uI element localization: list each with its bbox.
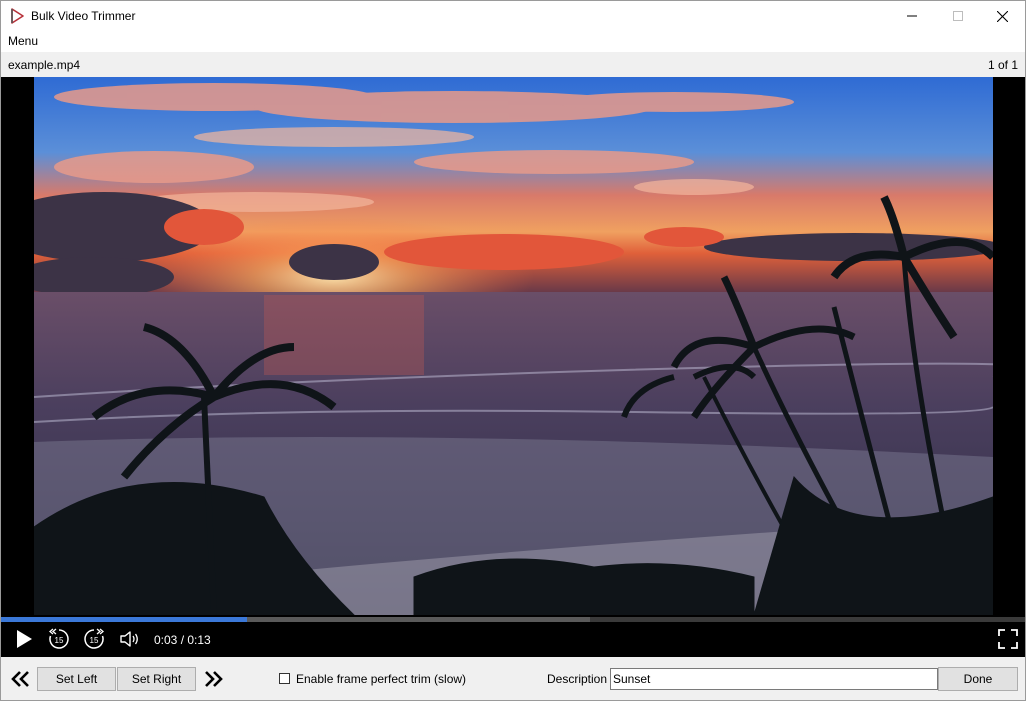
rewind-15-button[interactable]: 15 bbox=[46, 627, 72, 651]
maximize-icon bbox=[953, 11, 963, 21]
description-input[interactable] bbox=[610, 668, 938, 690]
play-button[interactable] bbox=[12, 627, 36, 651]
close-icon bbox=[996, 10, 1008, 22]
rewind-icon: 15 bbox=[48, 628, 69, 649]
video-frame[interactable] bbox=[34, 77, 993, 615]
done-button[interactable]: Done bbox=[938, 667, 1018, 691]
fullscreen-icon bbox=[998, 629, 1018, 649]
app-window: Bulk Video Trimmer Menu example.mp4 1 of… bbox=[0, 0, 1026, 701]
frame-perfect-label[interactable]: Enable frame perfect trim (slow) bbox=[296, 672, 466, 686]
fast-forward-icon: 15 bbox=[84, 628, 105, 649]
play-triangle-icon bbox=[11, 8, 24, 24]
menu-bar: Menu bbox=[1, 31, 1025, 51]
set-right-button[interactable]: Set Right bbox=[117, 667, 196, 691]
video-player[interactable]: 15 15 0:03 / 0:13 bbox=[1, 77, 1025, 657]
next-file-button[interactable] bbox=[201, 667, 227, 691]
set-left-button[interactable]: Set Left bbox=[37, 667, 116, 691]
double-chevron-right-icon bbox=[205, 671, 223, 687]
file-name: example.mp4 bbox=[8, 58, 81, 72]
volume-button[interactable] bbox=[117, 627, 143, 651]
minimize-button[interactable] bbox=[889, 1, 935, 31]
menu-item-menu[interactable]: Menu bbox=[8, 34, 38, 48]
title-bar: Bulk Video Trimmer bbox=[1, 1, 1025, 31]
double-chevron-left-icon bbox=[11, 671, 29, 687]
frame-perfect-checkbox[interactable] bbox=[279, 673, 290, 684]
minimize-icon bbox=[907, 15, 917, 17]
rewind-seconds: 15 bbox=[55, 636, 64, 645]
progress-fill bbox=[1, 617, 247, 622]
trim-controls-bar: Set Left Set Right Enable frame perfect … bbox=[1, 657, 1025, 700]
maximize-button[interactable] bbox=[935, 1, 981, 31]
time-display: 0:03 / 0:13 bbox=[154, 633, 211, 647]
window-title: Bulk Video Trimmer bbox=[31, 9, 136, 23]
file-info-bar: example.mp4 1 of 1 bbox=[1, 52, 1025, 77]
fullscreen-button[interactable] bbox=[995, 627, 1021, 651]
previous-file-button[interactable] bbox=[7, 667, 33, 691]
volume-icon bbox=[120, 631, 138, 647]
close-button[interactable] bbox=[979, 1, 1025, 31]
progress-track[interactable] bbox=[1, 617, 1025, 622]
forward-15-button[interactable]: 15 bbox=[81, 627, 107, 651]
play-icon bbox=[17, 630, 32, 648]
forward-seconds: 15 bbox=[90, 636, 99, 645]
file-counter: 1 of 1 bbox=[987, 58, 1018, 72]
description-label: Description bbox=[547, 672, 608, 686]
